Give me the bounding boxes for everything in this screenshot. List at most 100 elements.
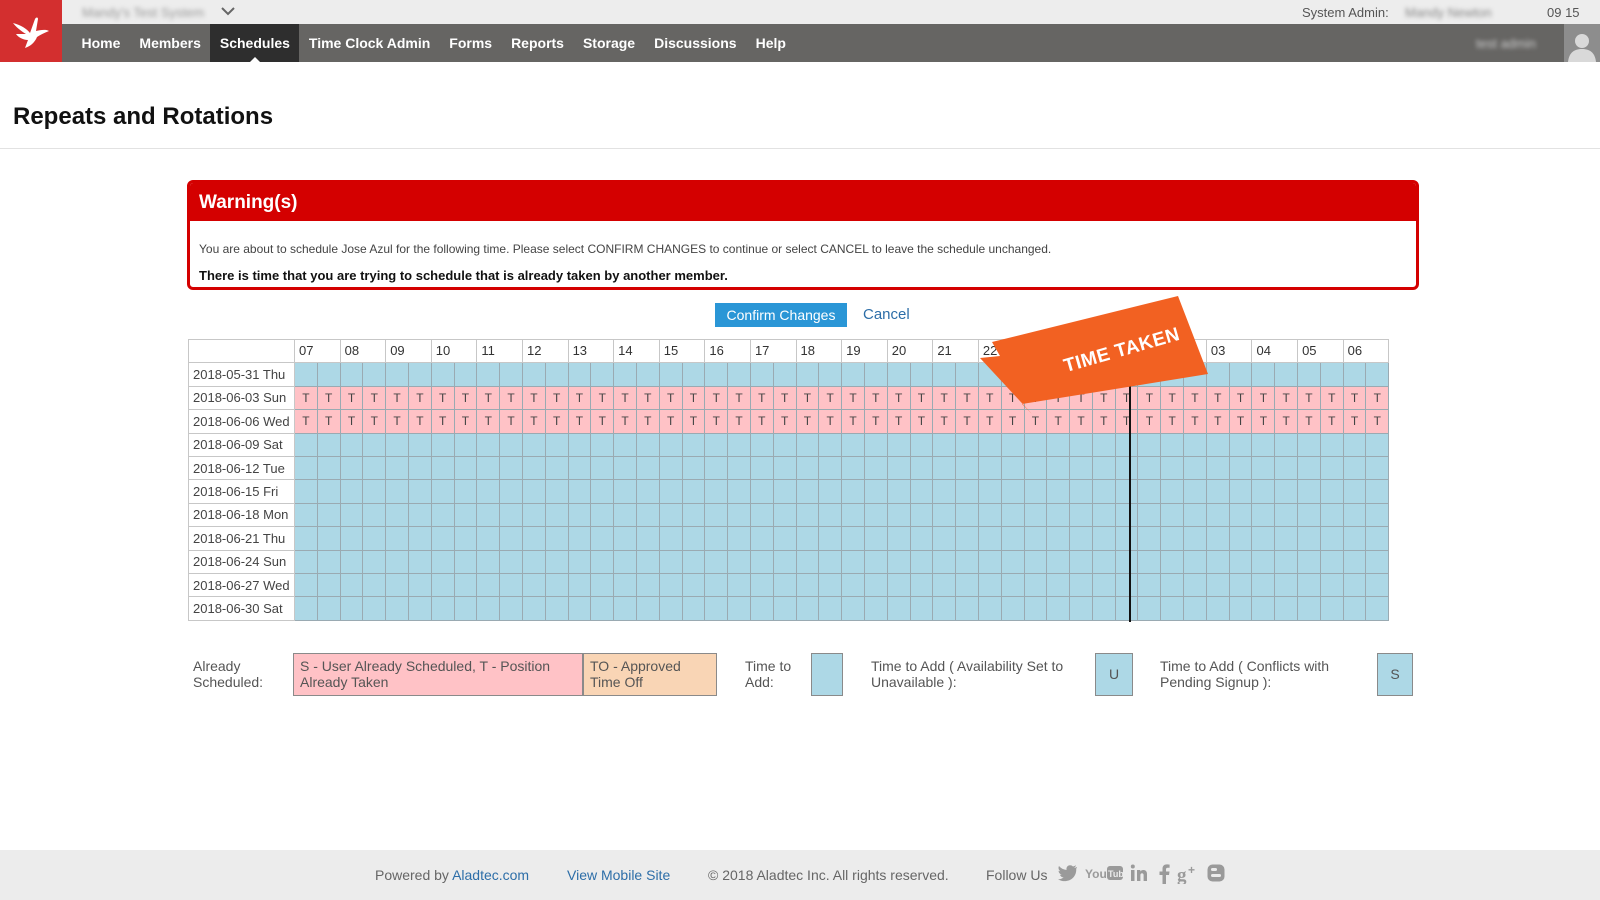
slot-available[interactable] xyxy=(863,596,888,621)
slot-available[interactable] xyxy=(1000,455,1025,481)
slot-available[interactable] xyxy=(1251,479,1276,504)
nav-item-time-clock-admin[interactable]: Time Clock Admin xyxy=(299,24,439,62)
slot-available[interactable] xyxy=(476,479,501,504)
slot-available[interactable] xyxy=(977,432,1002,457)
slot-available[interactable] xyxy=(567,572,592,598)
slot-available[interactable] xyxy=(1160,455,1185,481)
slot-available[interactable] xyxy=(749,479,774,504)
slot-taken[interactable]: T xyxy=(1274,385,1299,411)
slot-available[interactable] xyxy=(407,549,432,574)
slot-available[interactable] xyxy=(772,479,797,504)
slot-available[interactable] xyxy=(430,502,455,528)
slot-taken[interactable]: T xyxy=(727,385,751,411)
slot-available[interactable] xyxy=(977,455,1002,481)
slot-available[interactable] xyxy=(1319,572,1344,598)
slot-available[interactable] xyxy=(590,432,615,457)
slot-available[interactable] xyxy=(1114,596,1139,621)
slot-available[interactable] xyxy=(1069,572,1093,598)
slot-available[interactable] xyxy=(1297,596,1321,621)
slot-available[interactable] xyxy=(1137,549,1162,574)
slot-available[interactable] xyxy=(1205,502,1230,528)
slot-available[interactable] xyxy=(567,526,592,551)
slot-available[interactable] xyxy=(294,432,318,457)
slot-available[interactable] xyxy=(977,502,1002,528)
slot-available[interactable] xyxy=(362,362,387,387)
slot-taken[interactable]: T xyxy=(1251,409,1276,434)
google-plus-icon[interactable]: g + xyxy=(1177,863,1199,886)
slot-available[interactable] xyxy=(977,572,1002,598)
slot-available[interactable] xyxy=(294,479,318,504)
slot-available[interactable] xyxy=(1114,455,1139,481)
slot-available[interactable] xyxy=(453,526,478,551)
slot-available[interactable] xyxy=(385,455,409,481)
slot-available[interactable] xyxy=(681,596,706,621)
slot-taken[interactable]: T xyxy=(749,385,774,411)
nav-item-discussions[interactable]: Discussions xyxy=(645,24,746,62)
slot-available[interactable] xyxy=(841,432,865,457)
slot-available[interactable] xyxy=(955,596,979,621)
slot-taken[interactable]: T xyxy=(818,385,843,411)
slot-available[interactable] xyxy=(590,362,615,387)
slot-available[interactable] xyxy=(1183,479,1207,504)
slot-available[interactable] xyxy=(1069,526,1093,551)
slot-available[interactable] xyxy=(544,596,569,621)
slot-taken[interactable]: T xyxy=(932,385,957,411)
slot-available[interactable] xyxy=(453,549,478,574)
slot-available[interactable] xyxy=(1251,596,1276,621)
slot-available[interactable] xyxy=(1046,572,1071,598)
slot-taken[interactable]: T xyxy=(795,409,820,434)
slot-available[interactable] xyxy=(909,549,934,574)
slot-available[interactable] xyxy=(567,596,592,621)
slot-available[interactable] xyxy=(1297,526,1321,551)
slot-available[interactable] xyxy=(841,596,865,621)
slot-available[interactable] xyxy=(1365,526,1390,551)
slot-taken[interactable]: T xyxy=(544,409,569,434)
slot-available[interactable] xyxy=(339,502,364,528)
slot-available[interactable] xyxy=(1183,596,1207,621)
slot-available[interactable] xyxy=(430,596,455,621)
slot-available[interactable] xyxy=(1297,432,1321,457)
slot-available[interactable] xyxy=(1319,549,1344,574)
slot-taken[interactable]: T xyxy=(1365,409,1390,434)
slot-available[interactable] xyxy=(841,526,865,551)
slot-available[interactable] xyxy=(1023,549,1048,574)
slot-available[interactable] xyxy=(453,455,478,481)
youtube-icon[interactable]: YouTube xyxy=(1085,864,1129,884)
slot-taken[interactable]: T xyxy=(294,409,318,434)
slot-available[interactable] xyxy=(795,526,820,551)
slot-available[interactable] xyxy=(1137,432,1162,457)
slot-available[interactable] xyxy=(727,596,751,621)
slot-available[interactable] xyxy=(1365,479,1390,504)
slot-taken[interactable]: T xyxy=(772,385,797,411)
slot-available[interactable] xyxy=(818,362,843,387)
slot-available[interactable] xyxy=(590,596,615,621)
slot-available[interactable] xyxy=(1205,526,1230,551)
slot-available[interactable] xyxy=(476,362,501,387)
slot-taken[interactable]: T xyxy=(362,409,387,434)
slot-available[interactable] xyxy=(613,362,637,387)
slot-available[interactable] xyxy=(795,549,820,574)
slot-available[interactable] xyxy=(590,502,615,528)
slot-available[interactable] xyxy=(795,502,820,528)
slot-available[interactable] xyxy=(1091,596,1116,621)
slot-available[interactable] xyxy=(544,432,569,457)
slot-available[interactable] xyxy=(339,572,364,598)
slot-available[interactable] xyxy=(1365,549,1390,574)
slot-available[interactable] xyxy=(772,549,797,574)
slot-available[interactable] xyxy=(841,479,865,504)
slot-available[interactable] xyxy=(681,572,706,598)
slot-available[interactable] xyxy=(635,572,660,598)
slot-available[interactable] xyxy=(544,549,569,574)
slot-available[interactable] xyxy=(932,526,957,551)
slot-available[interactable] xyxy=(818,432,843,457)
slot-available[interactable] xyxy=(909,432,934,457)
slot-available[interactable] xyxy=(635,549,660,574)
slot-available[interactable] xyxy=(1228,596,1253,621)
slot-available[interactable] xyxy=(1297,502,1321,528)
slot-taken[interactable]: T xyxy=(339,385,364,411)
slot-taken[interactable]: T xyxy=(863,409,888,434)
slot-available[interactable] xyxy=(932,502,957,528)
slot-available[interactable] xyxy=(385,502,409,528)
slot-taken[interactable]: T xyxy=(886,385,911,411)
slot-available[interactable] xyxy=(1228,502,1253,528)
